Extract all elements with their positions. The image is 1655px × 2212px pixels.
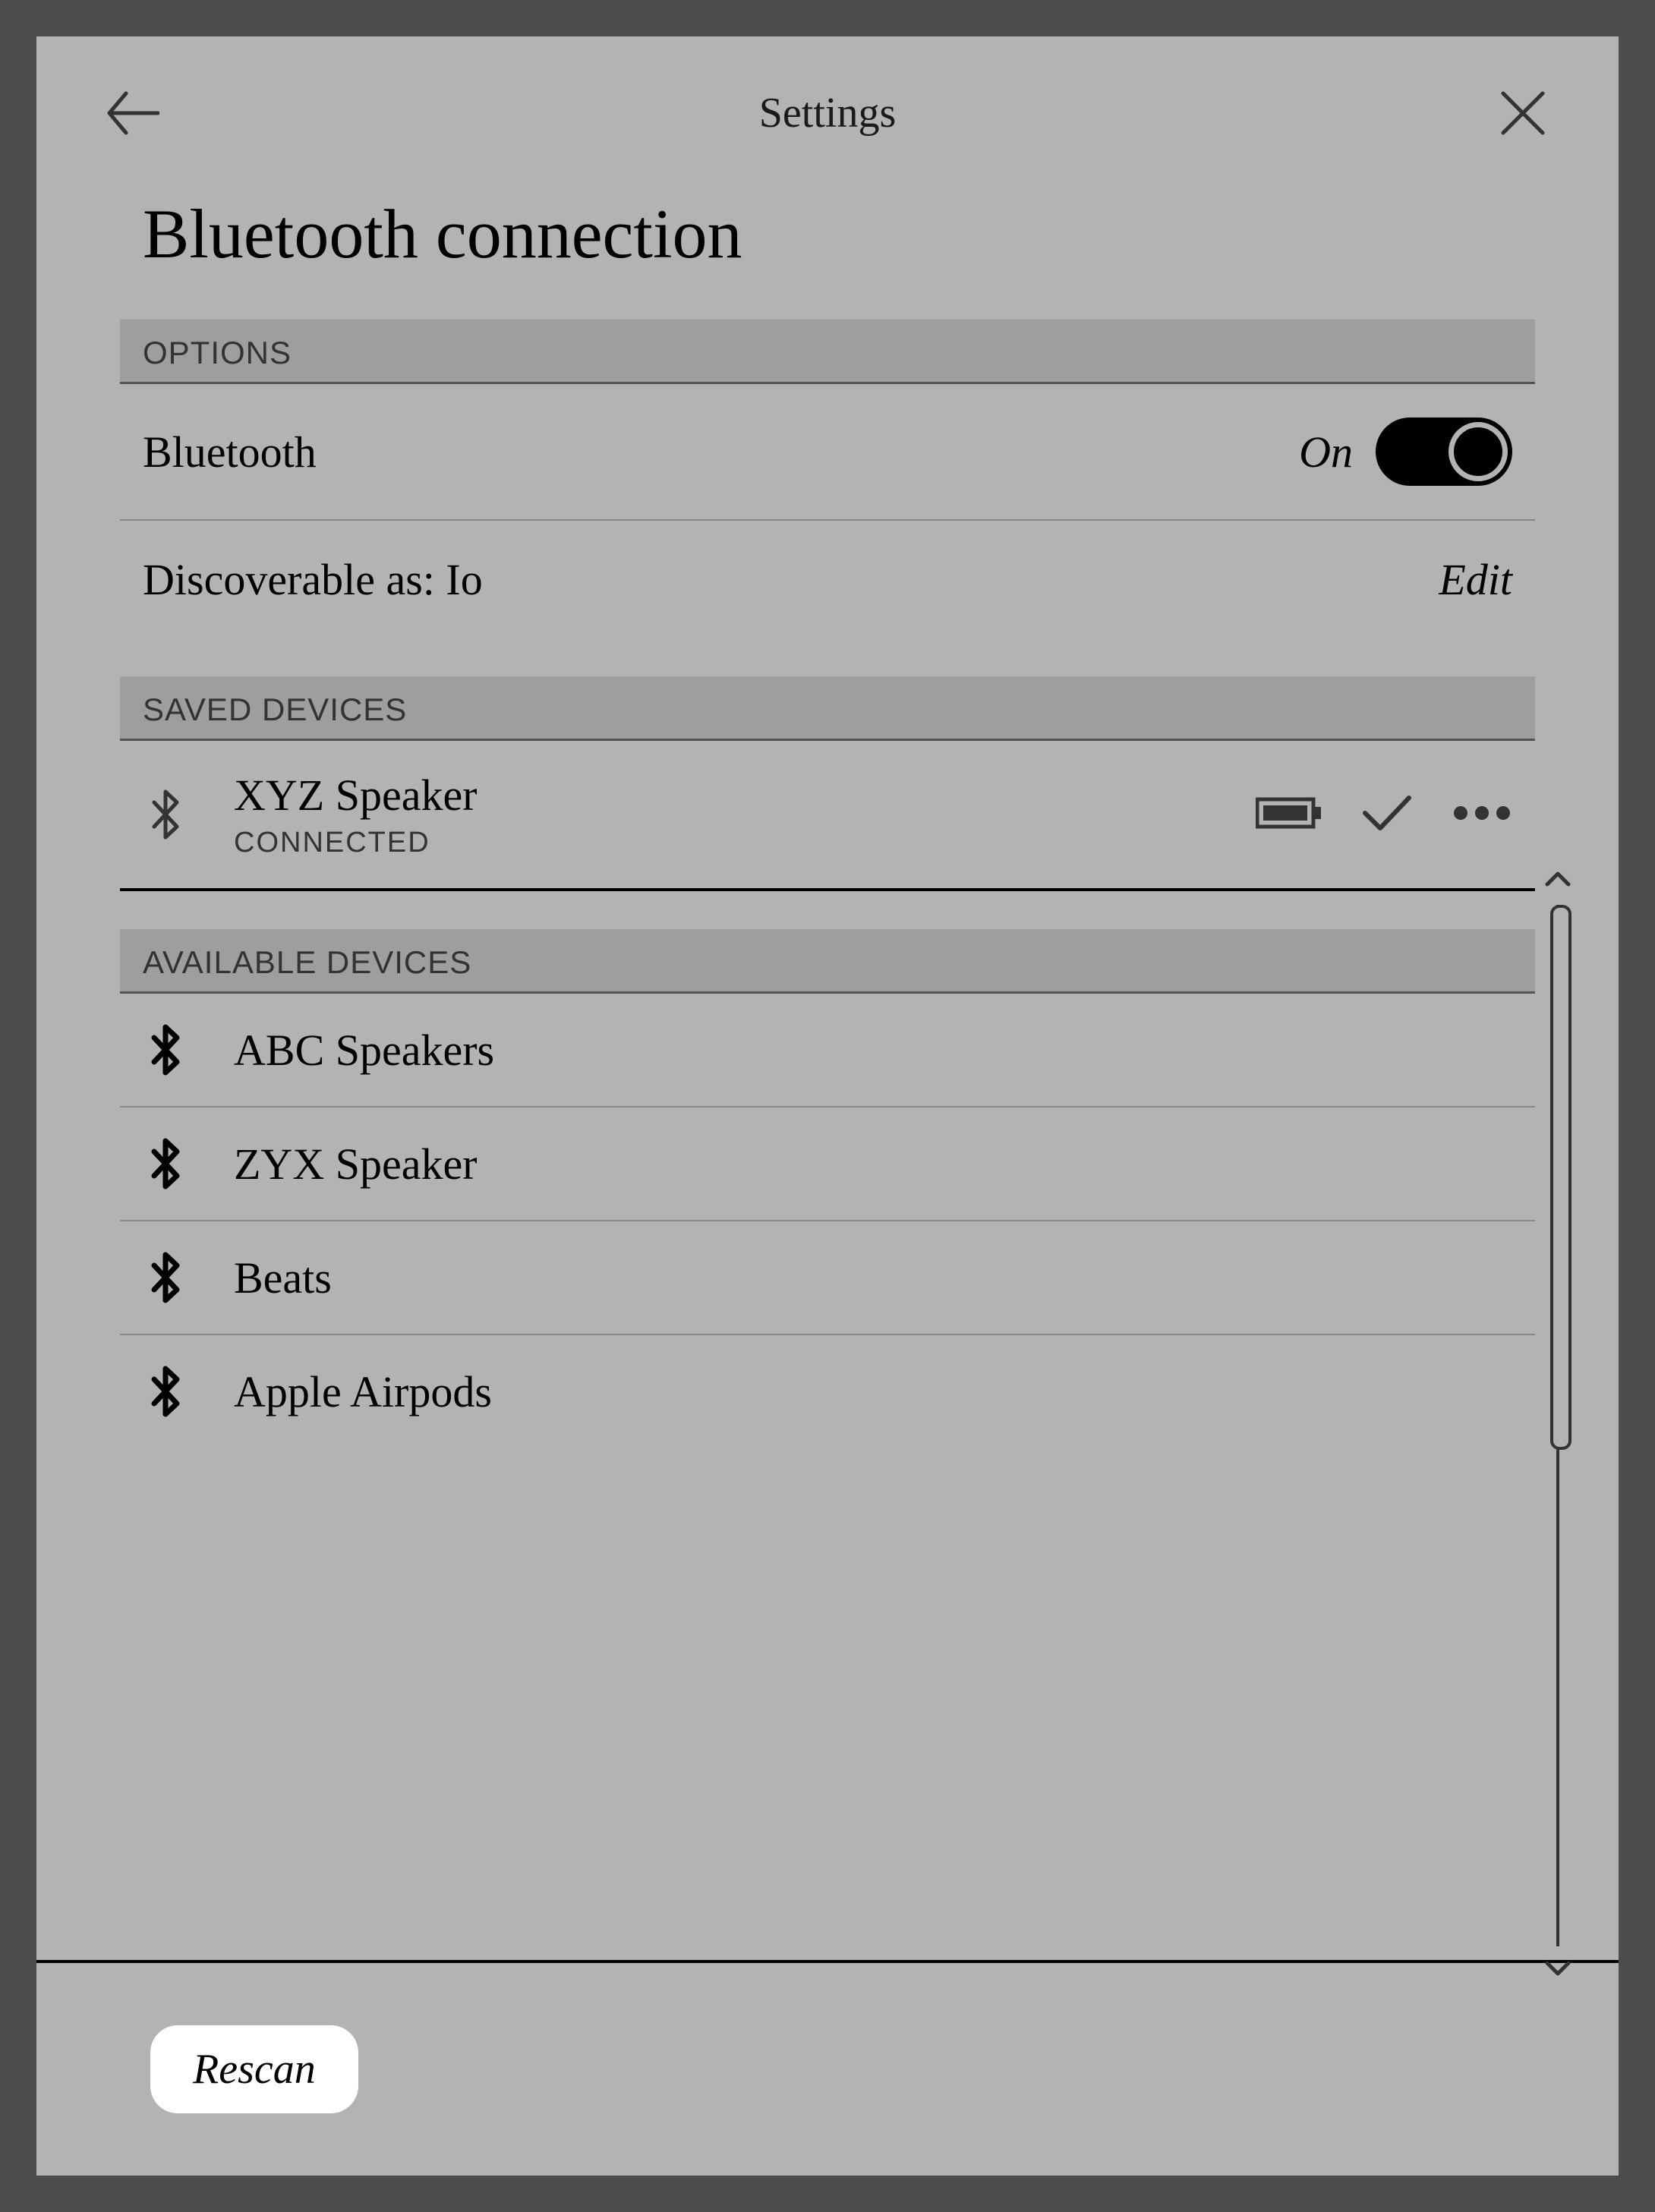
page-title: Bluetooth connection <box>36 163 1619 320</box>
bluetooth-state: On <box>1299 427 1353 477</box>
back-arrow-icon[interactable] <box>105 86 159 140</box>
bluetooth-icon <box>143 1364 188 1419</box>
chevron-up-icon[interactable] <box>1543 868 1573 893</box>
bluetooth-toggle[interactable] <box>1376 418 1512 486</box>
bluetooth-icon <box>143 1136 188 1191</box>
discoverable-label: Discoverable as: Io <box>143 554 483 605</box>
footer: Rescan <box>36 1960 1619 2176</box>
device-status: CONNECTED <box>234 827 1210 859</box>
battery-icon <box>1256 795 1322 835</box>
bluetooth-toggle-row[interactable]: Bluetooth On <box>120 384 1535 521</box>
device-name: ZYX Speaker <box>234 1139 478 1190</box>
available-device-row[interactable]: ZYX Speaker <box>120 1108 1535 1221</box>
scrollbar[interactable] <box>1543 868 1573 1984</box>
available-device-row[interactable]: ABC Speakers <box>120 994 1535 1108</box>
close-icon[interactable] <box>1496 86 1550 140</box>
header-title: Settings <box>159 89 1496 137</box>
device-name: ABC Speakers <box>234 1025 494 1076</box>
section-header-options: OPTIONS <box>120 320 1535 384</box>
edit-button[interactable]: Edit <box>1439 554 1512 605</box>
section-header-saved: SAVED DEVICES <box>120 676 1535 741</box>
bluetooth-icon <box>143 1250 188 1305</box>
discoverable-row: Discoverable as: Io Edit <box>120 521 1535 638</box>
bluetooth-icon <box>143 1022 188 1077</box>
available-device-row[interactable]: Apple Airpods <box>120 1335 1535 1448</box>
scrollbar-thumb[interactable] <box>1550 905 1571 1450</box>
checkmark-icon <box>1360 793 1414 837</box>
device-name: XYZ Speaker <box>234 770 1210 821</box>
section-header-available: AVAILABLE DEVICES <box>120 929 1535 994</box>
rescan-button[interactable]: Rescan <box>150 2025 358 2113</box>
header: Settings <box>36 36 1619 163</box>
chevron-down-icon[interactable] <box>1543 1958 1573 1984</box>
device-name: Apple Airpods <box>234 1366 492 1417</box>
more-icon[interactable] <box>1452 805 1512 824</box>
device-name: Beats <box>234 1253 332 1303</box>
saved-device-row[interactable]: XYZ Speaker CONNECTED <box>120 741 1535 891</box>
bluetooth-icon <box>143 787 188 842</box>
available-device-row[interactable]: Beats <box>120 1221 1535 1335</box>
bluetooth-label: Bluetooth <box>143 427 317 477</box>
